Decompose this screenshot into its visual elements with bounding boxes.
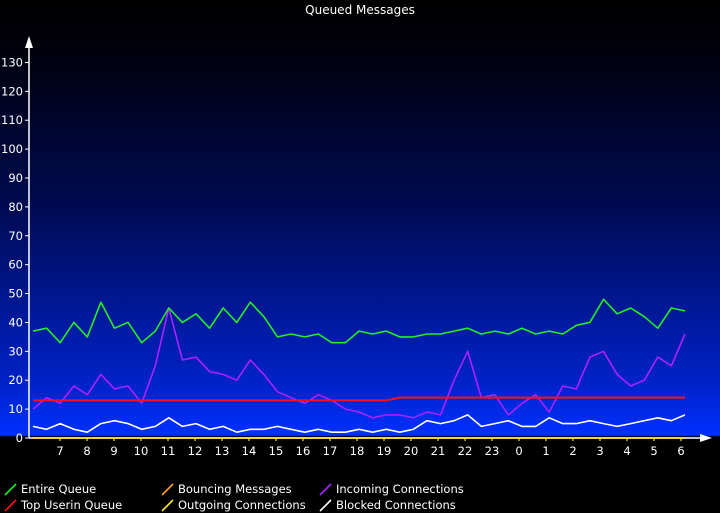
x-tick-label: 6	[677, 444, 684, 458]
series-lines	[32, 298, 686, 439]
x-tick-label: 19	[377, 444, 392, 458]
x-tick-label: 13	[215, 444, 230, 458]
y-tick-label: 120	[1, 84, 23, 98]
y-tick-label: 100	[1, 142, 23, 156]
x-tick-label: 10	[134, 444, 149, 458]
x-tick-label: 16	[296, 444, 311, 458]
legend-label: Bouncing Messages	[178, 482, 292, 496]
x-tick-label: 7	[56, 444, 63, 458]
legend-item: Entire Queue	[3, 481, 183, 497]
x-tick-label: 8	[83, 444, 90, 458]
legend-swatch	[319, 499, 332, 512]
y-tick-label: 70	[8, 229, 23, 243]
legend-item: Top Userin Queue	[3, 497, 183, 513]
legend-item: Outgoing Connections	[160, 497, 340, 513]
x-tick-label: 0	[515, 444, 522, 458]
y-tick-label: 30	[8, 344, 23, 358]
x-tick-label: 1	[542, 444, 549, 458]
y-tick-label: 130	[1, 55, 23, 69]
y-tick-label: 40	[8, 315, 23, 329]
x-tick-label: 20	[404, 444, 419, 458]
y-tick-label: 80	[8, 200, 23, 214]
axes	[25, 36, 712, 442]
legend-label: Top Userin Queue	[21, 498, 123, 512]
legend-swatch	[161, 483, 174, 496]
x-tick-label: 23	[485, 444, 500, 458]
y-tick-label: 20	[8, 373, 23, 387]
legend-swatch	[4, 499, 17, 512]
x-tick-label: 17	[323, 444, 338, 458]
y-axis-arrow	[25, 36, 33, 48]
x-tick-label: 12	[188, 444, 203, 458]
legend-item: Incoming Connections	[318, 481, 498, 497]
legend-label: Blocked Connections	[336, 498, 456, 512]
series-line-blocked-connections	[32, 414, 686, 434]
legend: Entire Queue Top Userin Queue Bouncing Mes…	[0, 480, 720, 512]
x-tick-label: 14	[242, 444, 257, 458]
legend-item: Blocked Connections	[318, 497, 498, 513]
chart-plot: 01020304050607080901001101201307 8 9 10 11 12…	[1, 36, 712, 458]
x-tick-label: 22	[458, 444, 473, 458]
legend-swatch	[161, 499, 174, 512]
chart-stage: Queued Messages 0 10 20 30 40 50 60 70 80 90 100 11…	[0, 0, 720, 512]
y-tick-label: 0	[16, 431, 23, 445]
x-tick-label: 2	[569, 444, 576, 458]
legend-label: Entire Queue	[21, 482, 97, 496]
x-tick-label: 9	[110, 444, 117, 458]
y-tick-label: 110	[1, 113, 23, 127]
y-tick-label: 50	[8, 287, 23, 301]
y-tick-label: 10	[8, 402, 23, 416]
x-tick-label: 11	[161, 444, 176, 458]
y-tick-label: 60	[8, 258, 23, 272]
x-tick-label: 15	[269, 444, 284, 458]
legend-swatch	[319, 483, 332, 496]
x-tick-label: 18	[350, 444, 365, 458]
x-axis-arrow	[700, 434, 712, 442]
legend-label: Incoming Connections	[336, 482, 464, 496]
series-line-entire-queue	[32, 298, 686, 344]
legend-item: Bouncing Messages	[160, 481, 340, 497]
x-tick-label: 4	[623, 444, 630, 458]
y-tick-label: 90	[8, 171, 23, 185]
legend-label: Outgoing Connections	[178, 498, 306, 512]
x-tick-label: 21	[431, 444, 446, 458]
x-tick-label: 5	[650, 444, 657, 458]
series-line-top-userin-queue	[33, 396, 685, 402]
legend-swatch	[4, 483, 17, 496]
x-tick-label: 3	[596, 444, 603, 458]
